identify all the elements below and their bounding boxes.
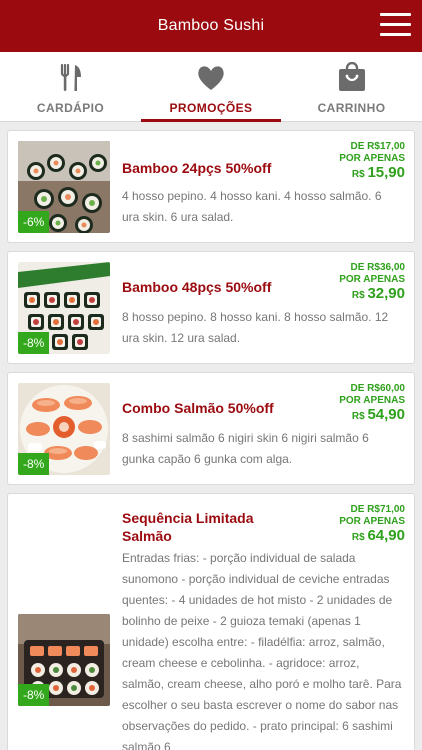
promo-card[interactable]: -6% Bamboo 24pçs 50%off DE R$17,00 POR A… (7, 130, 415, 243)
tab-bar: CARDÁPIO PROMOÇÕES CARRINHO (0, 52, 422, 122)
currency: R$ (351, 290, 365, 301)
sale-price: 15,90 (367, 164, 405, 181)
product-description: 4 hosso pepino. 4 hosso kani. 4 hosso sa… (122, 189, 382, 224)
promo-card[interactable]: -8% Bamboo 48pçs 50%off DE R$36,00 POR A… (7, 251, 415, 364)
product-name: Sequência Limitada Salmão (122, 510, 254, 544)
original-price: DE R$36,00 (350, 262, 405, 273)
tab-promocoes[interactable]: PROMOÇÕES (141, 52, 281, 122)
product-image: -8% (18, 383, 110, 475)
shopping-bag-icon (338, 62, 365, 91)
sale-price: 54,90 (367, 406, 405, 423)
menu-icon[interactable] (380, 13, 411, 37)
discount-badge: -8% (18, 453, 50, 475)
app-title: Bamboo Sushi (157, 17, 265, 34)
price-block: DE R$71,00 POR APENAS R$ 64,90 (339, 504, 405, 544)
tab-carrinho[interactable]: CARRINHO (281, 52, 422, 122)
heart-icon (198, 66, 224, 90)
currency: R$ (351, 169, 365, 180)
tab-label: CARRINHO (317, 101, 386, 115)
discount-badge: -8% (18, 332, 50, 354)
product-name: Bamboo 48pçs 50%off (122, 279, 272, 295)
currency: R$ (351, 411, 365, 422)
price-block: DE R$17,00 POR APENAS R$ 15,90 (339, 141, 405, 181)
original-price: DE R$60,00 (350, 383, 405, 394)
product-image: -8% (18, 614, 110, 706)
currency: R$ (351, 532, 365, 543)
product-description: Entradas frias: - porção individual de s… (122, 551, 402, 750)
product-name: Bamboo 24pçs 50%off (122, 160, 272, 176)
sale-price: 32,90 (367, 285, 405, 302)
product-description: 8 hosso pepino. 8 hosso kani. 8 hosso sa… (122, 310, 389, 345)
top-bar: Bamboo Sushi (0, 0, 422, 52)
tab-label: PROMOÇÕES (169, 101, 253, 115)
sale-price: 64,90 (367, 527, 405, 544)
product-image: -6% (18, 141, 110, 233)
discount-badge: -8% (18, 684, 50, 706)
promo-card[interactable]: -8% Combo Salmão 50%off DE R$60,00 POR A… (7, 372, 415, 485)
product-name: Combo Salmão 50%off (122, 400, 274, 416)
promotions-list: -6% Bamboo 24pçs 50%off DE R$17,00 POR A… (0, 123, 422, 750)
tab-label: CARDÁPIO (36, 101, 105, 115)
promo-card[interactable]: -8% Sequência Limitada Salmão DE R$71,00… (7, 493, 415, 750)
price-block: DE R$60,00 POR APENAS R$ 54,90 (339, 383, 405, 423)
active-tab-indicator (141, 119, 281, 122)
discount-badge: -6% (18, 211, 50, 233)
price-block: DE R$36,00 POR APENAS R$ 32,90 (339, 262, 405, 302)
original-price: DE R$71,00 (350, 504, 405, 515)
product-description: 8 sashimi salmão 6 nigiri skin 6 nigiri … (122, 431, 369, 466)
original-price: DE R$17,00 (350, 141, 405, 152)
tab-cardapio[interactable]: CARDÁPIO (0, 52, 141, 122)
fork-knife-icon (60, 63, 81, 91)
product-image: -8% (18, 262, 110, 354)
